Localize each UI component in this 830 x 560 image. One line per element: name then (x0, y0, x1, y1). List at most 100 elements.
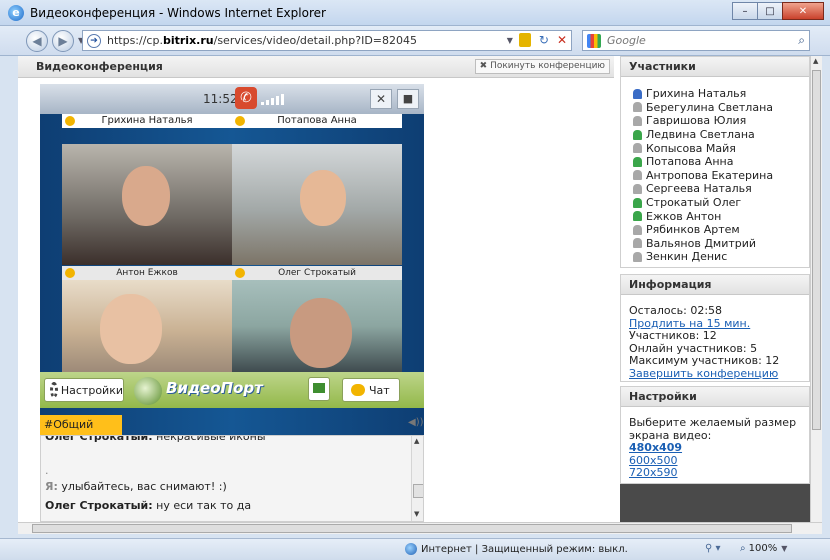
video-tile[interactable] (232, 280, 402, 372)
person-icon (633, 156, 642, 167)
chat-scroll-thumb[interactable] (413, 484, 423, 498)
pin-icon[interactable] (65, 268, 75, 278)
mute-microphone-icon[interactable]: ✕ (370, 89, 392, 109)
chat-message: Я: улыбайтесь, вас снимают! :) (45, 480, 227, 493)
leave-conference-button[interactable]: ✖ Покинуть конференцию (474, 59, 610, 74)
participant-item[interactable]: Ледвина Светлана (621, 128, 809, 142)
zoom-control[interactable]: ⌕ 100% ▼ (740, 543, 787, 554)
chat-message: . (45, 464, 49, 477)
window-title: Видеоконференция - Windows Internet Expl… (30, 5, 326, 20)
horizontal-scrollbar[interactable] (18, 522, 822, 534)
participant-item[interactable]: Гавришова Юлия (621, 114, 809, 128)
page-scroll-up-icon[interactable]: ▲ (813, 57, 818, 65)
max-count: Максимум участников: 12 (629, 354, 780, 367)
scroll-down-arrow-icon[interactable]: ▼ (414, 510, 419, 518)
pin-icon[interactable] (65, 116, 75, 126)
participants-title: Участники (621, 57, 809, 77)
conference-header: Видеоконференция ✖ Покинуть конференцию (18, 56, 614, 78)
chat-button-label: Чат (369, 383, 390, 397)
gear-icon (50, 382, 58, 398)
zoom-icon: ⌕ (740, 543, 746, 554)
page-content: Видеоконференция ✖ Покинуть конференцию … (18, 56, 822, 522)
participant-name: Ледвина Светлана (646, 128, 755, 142)
clock: 11:52 (203, 92, 238, 106)
participant-item[interactable]: Берегулина Светлана (621, 101, 809, 115)
page-scrollbar[interactable]: ▲ (810, 56, 822, 522)
participants-list: Грихина Наталья Берегулина Светлана Гавриш… (621, 77, 809, 264)
maximize-button[interactable]: □ (757, 2, 783, 20)
participant-item[interactable]: Антропова Екатерина (621, 169, 809, 183)
address-bar[interactable]: ➔ https://cp.bitrix.ru/services/video/de… (82, 30, 572, 51)
video-tile[interactable] (62, 144, 232, 265)
video-bottom-bar: Настройки ВидеоПорт Чат (40, 372, 424, 408)
participant-name: Антропова Екатерина (646, 168, 774, 182)
browser-navbar: ◀ ▶ ▼ ➔ https://cp.bitrix.ru/services/vi… (0, 26, 830, 56)
participant-face (100, 294, 162, 364)
speaker-icon[interactable]: ◀)) (408, 417, 424, 428)
security-zone[interactable]: Интернет | Защищенный режим: выкл. (405, 543, 628, 555)
participant-face (290, 298, 352, 368)
window-controls: – □ ✕ (732, 2, 824, 20)
pin-icon[interactable] (235, 268, 245, 278)
close-button[interactable]: ✕ (782, 2, 824, 20)
globe-logo-icon (134, 377, 162, 405)
search-box[interactable]: Google ⌕ (582, 30, 810, 51)
refresh-icon[interactable]: ↻ (539, 33, 549, 47)
participant-item[interactable]: Копысова Майя (621, 141, 809, 155)
page-icon: ➔ (87, 33, 101, 48)
participant-item[interactable]: Вальянов Дмитрий (621, 237, 809, 251)
participant-item[interactable]: Рябинков Артем (621, 223, 809, 237)
size-option-480[interactable]: 480x409 (629, 441, 801, 455)
chat-tab-general[interactable]: #Общий (40, 415, 122, 435)
zoom-dropdown-icon[interactable]: ▼ (781, 544, 787, 553)
video-tile[interactable] (232, 144, 402, 265)
back-button[interactable]: ◀ (26, 29, 48, 52)
participant-item[interactable]: Зенкин Денис (621, 250, 809, 264)
chat-message: Олег Строкатый: некрасивые иконы (45, 435, 266, 443)
chat-scrollbar[interactable]: ▲ ▼ (411, 436, 423, 521)
horizontal-scroll-thumb[interactable] (32, 524, 792, 533)
participant-item[interactable]: Потапова Анна (621, 155, 809, 169)
chat-bubble-icon (351, 384, 365, 396)
search-input[interactable]: Google (607, 34, 646, 47)
scroll-up-arrow-icon[interactable]: ▲ (414, 437, 419, 445)
camera-off-icon[interactable]: ■ (397, 89, 419, 109)
participant-item[interactable]: Сергеева Наталья (621, 182, 809, 196)
chat-messages: Олег Строкатый: некрасивые иконы . Я: ул… (40, 435, 424, 522)
participant-name: Потапова Анна (646, 155, 734, 169)
forward-button[interactable]: ▶ (52, 29, 74, 52)
videoport-logo: ВидеоПорт (130, 375, 263, 405)
size-option-720[interactable]: 720x590 (629, 466, 801, 480)
time-remaining: Осталось: 02:58 (629, 304, 723, 317)
participant-name: Зенкин Денис (646, 250, 728, 264)
participant-face (300, 170, 346, 226)
stop-icon[interactable]: ✕ (557, 33, 567, 47)
participant-item[interactable]: Грихина Наталья (621, 87, 809, 101)
settings-panel: Настройки Выберите желаемый размер экран… (620, 386, 810, 484)
participant-name: Вальянов Дмитрий (646, 236, 757, 250)
participant-name: Гавришова Юлия (646, 114, 747, 128)
window-titlebar: e Видеоконференция - Windows Internet Ex… (0, 0, 830, 26)
settings-title: Настройки (621, 387, 809, 407)
globe-icon (405, 543, 417, 555)
end-conference-link[interactable]: Завершить конференцию (629, 367, 801, 381)
video-tile[interactable] (62, 280, 232, 372)
protected-mode-icon[interactable]: ⚲ ▾ (705, 543, 721, 554)
hangup-phone-icon[interactable]: ✆ (235, 87, 257, 109)
page-scroll-thumb[interactable] (812, 70, 821, 430)
info-title: Информация (621, 275, 809, 295)
settings-button-label: Настройки (60, 383, 123, 397)
screen-share-icon[interactable] (308, 377, 330, 401)
participant-item[interactable]: Строкатый Олег (621, 196, 809, 210)
address-dropdown-icon[interactable]: ▼ (507, 36, 513, 45)
search-icon[interactable]: ⌕ (798, 33, 805, 48)
settings-button[interactable]: Настройки (44, 378, 124, 402)
lock-icon[interactable] (518, 33, 531, 47)
pin-icon[interactable] (235, 116, 245, 126)
participant-name: Строкатый Олег (646, 196, 742, 210)
minimize-button[interactable]: – (732, 2, 758, 20)
sidebar-footer (620, 484, 810, 522)
chat-button[interactable]: Чат (342, 378, 400, 402)
person-icon (633, 197, 642, 208)
participant-item[interactable]: Ежков Антон (621, 209, 809, 223)
